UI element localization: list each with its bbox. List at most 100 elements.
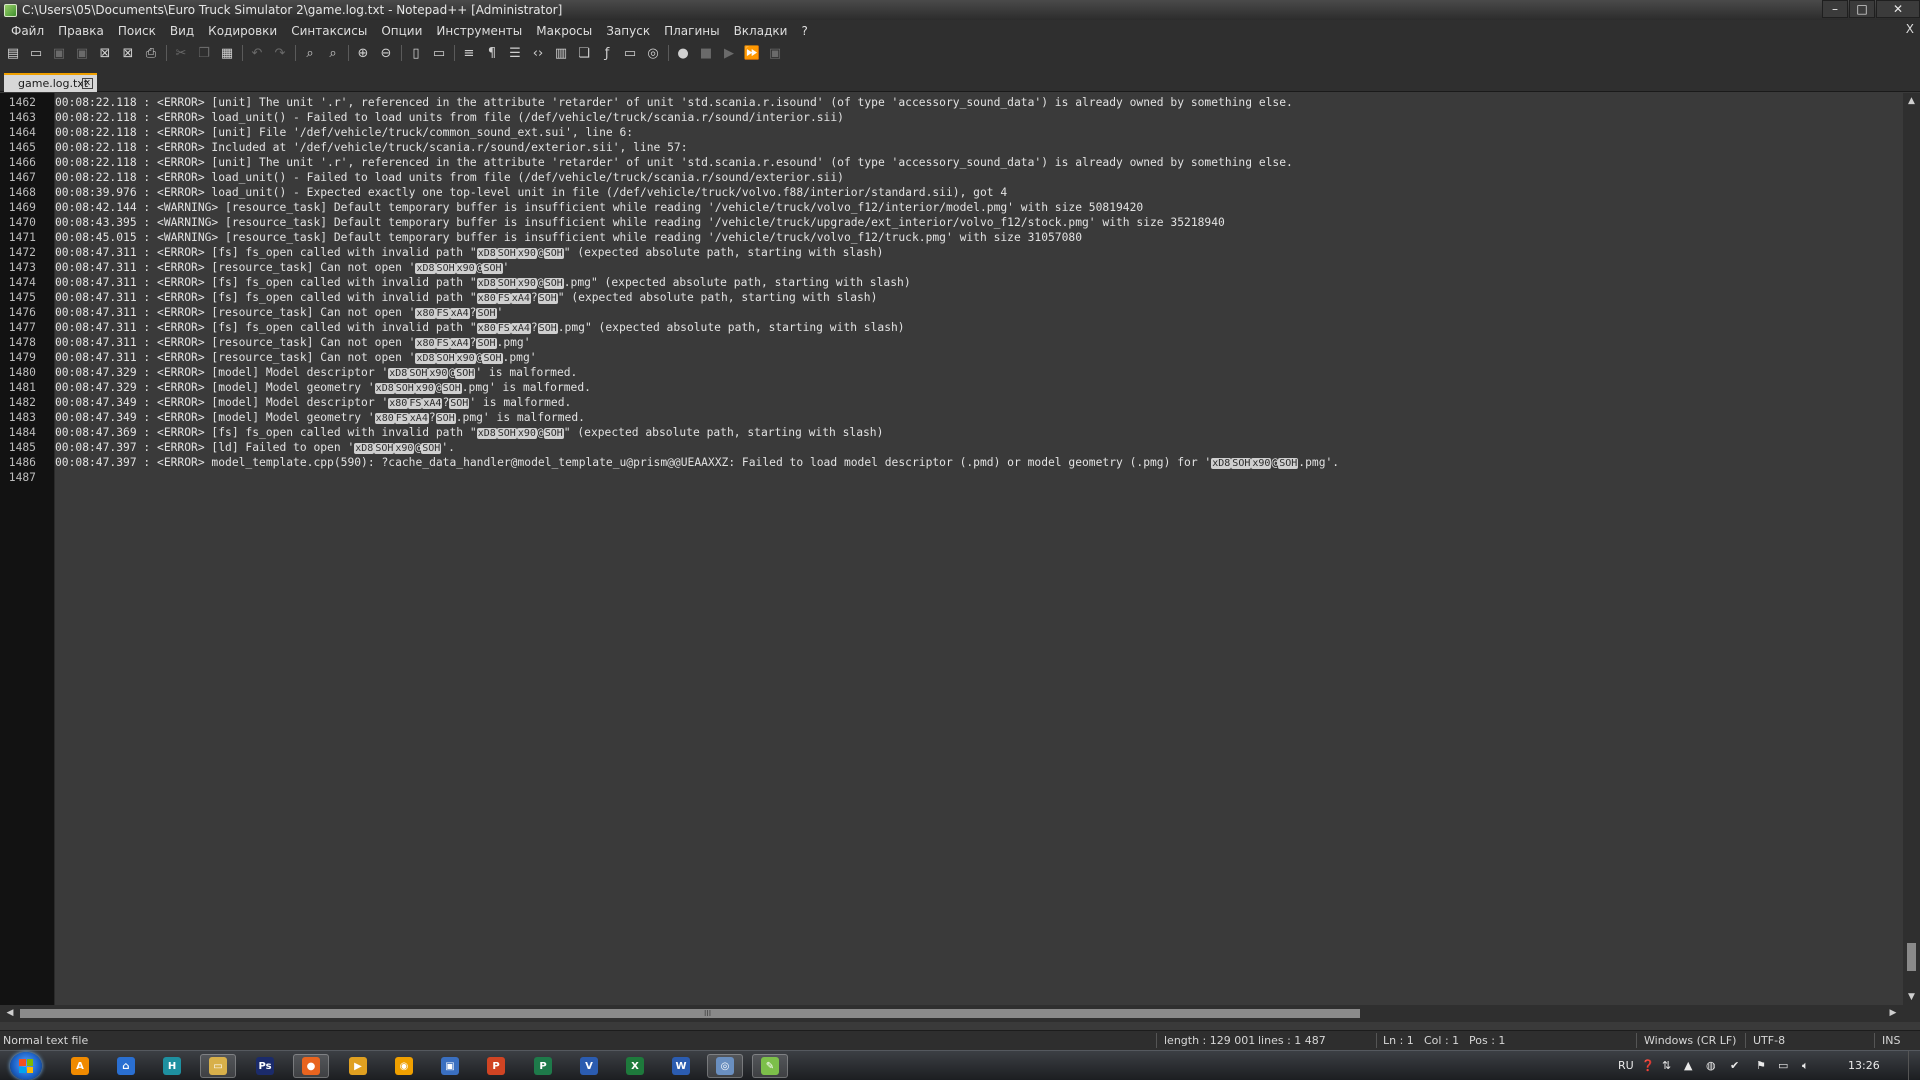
word-wrap-icon[interactable]: ≡ xyxy=(459,43,479,63)
show-all-chars-icon[interactable]: ¶ xyxy=(482,43,502,63)
taskbar-app-button[interactable]: W xyxy=(663,1054,699,1078)
status-eol[interactable]: Windows (CR LF) xyxy=(1644,1031,1736,1050)
taskbar-app-button[interactable]: ▣ xyxy=(432,1054,468,1078)
taskbar-app-button[interactable]: A xyxy=(62,1054,98,1078)
show-desktop-button[interactable] xyxy=(1908,1051,1920,1080)
tray-language[interactable]: RU xyxy=(1618,1051,1634,1080)
print-icon[interactable]: ⎙ xyxy=(141,43,161,63)
scroll-left-arrow-icon[interactable]: ◀ xyxy=(2,1005,18,1022)
zoom-out-icon[interactable]: ⊖ xyxy=(376,43,396,63)
play-macro-icon[interactable]: ▶ xyxy=(719,43,739,63)
editor-line[interactable]: 00:08:47.311 : <ERROR> [resource_task] C… xyxy=(55,305,503,320)
tray-volume-icon[interactable]: 🔈︎ xyxy=(1802,1051,1809,1080)
editor-line[interactable]: 00:08:22.118 : <ERROR> [unit] The unit '… xyxy=(55,95,1293,110)
menu-window[interactable]: Вкладки xyxy=(727,20,795,42)
scroll-up-arrow-icon[interactable]: ▲ xyxy=(1903,93,1920,109)
taskbar-app-button[interactable]: P xyxy=(478,1054,514,1078)
paste-icon[interactable]: ▦ xyxy=(217,43,237,63)
menu-encoding[interactable]: Кодировки xyxy=(201,20,284,42)
taskbar-app-button[interactable]: H xyxy=(154,1054,190,1078)
menu-edit[interactable]: Правка xyxy=(51,20,111,42)
editor-line[interactable]: 00:08:47.349 : <ERROR> [model] Model des… xyxy=(55,395,571,410)
undo-icon[interactable]: ↶ xyxy=(247,43,267,63)
close-window-button[interactable]: ✕ xyxy=(1876,0,1920,18)
tray-expand-icon[interactable]: ▲ xyxy=(1684,1051,1692,1080)
horizontal-scroll-thumb[interactable]: III xyxy=(20,1009,1360,1018)
stop-macro-icon[interactable]: ■ xyxy=(696,43,716,63)
editor-line[interactable]: 00:08:22.118 : <ERROR> [unit] The unit '… xyxy=(55,155,1293,170)
taskbar-app-button[interactable]: ● xyxy=(293,1054,329,1078)
menu-search[interactable]: Поиск xyxy=(111,20,163,42)
editor-line[interactable]: 00:08:47.349 : <ERROR> [model] Model geo… xyxy=(55,410,585,425)
vertical-scrollbar[interactable]: ▲ ▼ xyxy=(1903,93,1920,1005)
menu-language[interactable]: Синтаксисы xyxy=(284,20,374,42)
taskbar-app-button[interactable]: ▶ xyxy=(340,1054,376,1078)
run-macro-multiple-icon[interactable]: ⏩ xyxy=(742,43,762,63)
taskbar-app-button[interactable]: P xyxy=(525,1054,561,1078)
editor-line[interactable]: 00:08:45.015 : <WARNING> [resource_task]… xyxy=(55,230,1082,245)
cut-icon[interactable]: ✂ xyxy=(171,43,191,63)
taskbar-app-button[interactable]: ⌂ xyxy=(108,1054,144,1078)
horizontal-scrollbar[interactable]: ◀ III ▶ xyxy=(0,1005,1903,1022)
document-map-icon[interactable]: ▥ xyxy=(551,43,571,63)
tray-globe-icon[interactable]: ◍ xyxy=(1706,1051,1716,1080)
tab-close-icon[interactable]: x xyxy=(82,78,93,89)
save-icon[interactable]: ▣ xyxy=(49,43,69,63)
menu-help[interactable]: ? xyxy=(794,20,814,42)
scroll-right-arrow-icon[interactable]: ▶ xyxy=(1885,1005,1901,1022)
scroll-down-arrow-icon[interactable]: ▼ xyxy=(1903,989,1920,1005)
sync-vertical-icon[interactable]: ▯ xyxy=(406,43,426,63)
menu-settings[interactable]: Опции xyxy=(374,20,429,42)
tray-security-icon[interactable]: ✔ xyxy=(1730,1051,1739,1080)
tray-help-icon[interactable]: ❓ xyxy=(1641,1051,1655,1080)
minimize-button[interactable]: – xyxy=(1822,0,1848,18)
xml-tag-icon[interactable]: ‹› xyxy=(528,43,548,63)
close-all-icon[interactable]: ⊠ xyxy=(118,43,138,63)
folder-workspace-icon[interactable]: ◎ xyxy=(643,43,663,63)
editor-line[interactable]: 00:08:47.311 : <ERROR> [fs] fs_open call… xyxy=(55,275,911,290)
editor-line[interactable]: 00:08:47.397 : <ERROR> model_template.cp… xyxy=(55,455,1339,470)
text-area[interactable]: 00:08:22.118 : <ERROR> [unit] The unit '… xyxy=(55,93,1903,1005)
record-macro-icon[interactable]: ● xyxy=(673,43,693,63)
taskbar-app-button[interactable]: ▭ xyxy=(200,1054,236,1078)
editor-line[interactable]: 00:08:22.118 : <ERROR> Included at '/def… xyxy=(55,140,688,155)
menu-macro[interactable]: Макросы xyxy=(529,20,599,42)
sync-horizontal-icon[interactable]: ▭ xyxy=(429,43,449,63)
taskbar-app-button[interactable]: X xyxy=(617,1054,653,1078)
zoom-in-icon[interactable]: ⊕ xyxy=(353,43,373,63)
save-all-icon[interactable]: ▣ xyxy=(72,43,92,63)
replace-icon[interactable]: ⌕ xyxy=(323,43,343,63)
taskbar-app-button[interactable]: V xyxy=(571,1054,607,1078)
editor-line[interactable]: 00:08:47.369 : <ERROR> [fs] fs_open call… xyxy=(55,425,883,440)
start-button[interactable] xyxy=(10,1052,42,1080)
taskbar-app-button[interactable]: ◉ xyxy=(386,1054,422,1078)
find-icon[interactable]: ⌕ xyxy=(300,43,320,63)
editor-line[interactable]: 00:08:39.976 : <ERROR> load_unit() - Exp… xyxy=(55,185,1007,200)
close-file-icon[interactable]: ⊠ xyxy=(95,43,115,63)
taskbar-app-button[interactable]: ✎ xyxy=(752,1054,788,1078)
editor-line[interactable]: 00:08:47.311 : <ERROR> [fs] fs_open call… xyxy=(55,320,905,335)
copy-icon[interactable]: ❐ xyxy=(194,43,214,63)
editor-line[interactable]: 00:08:47.329 : <ERROR> [model] Model geo… xyxy=(55,380,591,395)
taskbar-app-button[interactable]: Ps xyxy=(247,1054,283,1078)
indent-guide-icon[interactable]: ☰ xyxy=(505,43,525,63)
vertical-scroll-thumb[interactable] xyxy=(1907,943,1916,971)
open-file-icon[interactable]: ▭ xyxy=(26,43,46,63)
editor-line[interactable]: 00:08:22.118 : <ERROR> load_unit() - Fai… xyxy=(55,170,844,185)
new-file-icon[interactable]: ▤ xyxy=(3,43,23,63)
status-encoding[interactable]: UTF-8 xyxy=(1753,1031,1785,1050)
redo-icon[interactable]: ↷ xyxy=(270,43,290,63)
editor-line[interactable]: 00:08:22.118 : <ERROR> [unit] File '/def… xyxy=(55,125,633,140)
editor-line[interactable]: 00:08:22.118 : <ERROR> load_unit() - Fai… xyxy=(55,110,844,125)
editor-line[interactable]: 00:08:47.311 : <ERROR> [fs] fs_open call… xyxy=(55,290,877,305)
editor-line[interactable]: 00:08:47.311 : <ERROR> [resource_task] C… xyxy=(55,335,531,350)
menu-view[interactable]: Вид xyxy=(163,20,201,42)
save-macro-icon[interactable]: ▣ xyxy=(765,43,785,63)
editor[interactable]: 1462 1463 1464 1465 1466 1467 1468 1469 1470 1471… xyxy=(0,93,1920,1005)
status-insert-mode[interactable]: INS xyxy=(1882,1031,1900,1050)
menu-plugins[interactable]: Плагины xyxy=(657,20,726,42)
taskbar-app-button[interactable]: ◎ xyxy=(707,1054,743,1078)
function-icon[interactable]: ƒ xyxy=(597,43,617,63)
tray-display-icon[interactable]: ▭ xyxy=(1778,1051,1788,1080)
menu-file[interactable]: Файл xyxy=(4,20,51,42)
